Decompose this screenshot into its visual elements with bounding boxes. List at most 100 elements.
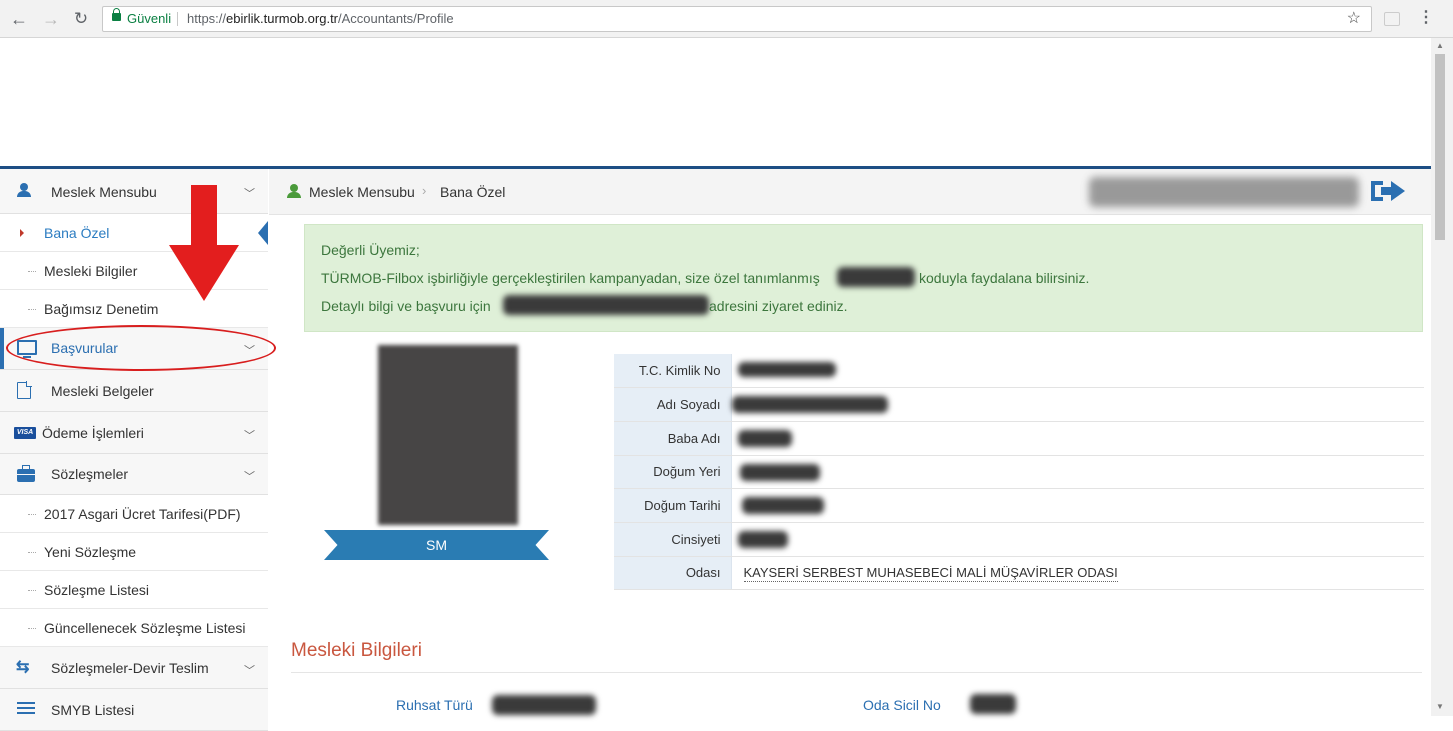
url-text: https://ebirlik.turmob.org.tr/Accountant… (187, 7, 454, 31)
extension-icon[interactable] (1384, 12, 1400, 26)
browser-toolbar: ← → ↻ Güvenli https://ebirlik.turmob.org… (0, 0, 1453, 38)
redacted-url (503, 295, 709, 315)
secure-label: Güvenli (127, 11, 172, 26)
sidebar-item-label: Sözleşme Listesi (44, 582, 150, 598)
tree-dash (28, 628, 36, 629)
lock-icon (112, 8, 121, 21)
address-bar[interactable]: Güvenli https://ebirlik.turmob.org.tr/Ac… (102, 6, 1372, 32)
redacted-sicil (970, 694, 1016, 714)
field-value (731, 387, 1424, 422)
tree-dash (28, 271, 36, 272)
sidebar-item-yeni-sozlesme[interactable]: Yeni Sözleşme (0, 533, 268, 571)
tree-dash (28, 309, 36, 310)
ruhsat-label: Ruhsat Türü (396, 697, 473, 713)
scroll-thumb[interactable] (1435, 54, 1445, 240)
sidebar-item-odeme-islemleri[interactable]: VISA Ödeme İşlemleri ﹀ (0, 412, 268, 454)
sidebar-item-label: 2017 Asgari Ücret Tarifesi(PDF) (44, 506, 241, 522)
forward-icon[interactable]: → (40, 9, 62, 29)
sidebar-item-sozlesmeler[interactable]: Sözleşmeler ﹀ (0, 454, 268, 495)
briefcase-icon (17, 465, 35, 482)
user-icon (17, 183, 31, 197)
chevron-down-icon: ﹀ (244, 188, 255, 200)
breadcrumb-separator-icon: › (422, 183, 427, 198)
sidebar-item-label: Sözleşmeler-Devir Teslim (51, 660, 209, 676)
sidebar-item-label: Yeni Sözleşme (44, 544, 137, 560)
redacted-value (741, 497, 824, 515)
table-row: Doğum Yeri (614, 455, 1424, 490)
table-row: Baba Adı (614, 421, 1424, 456)
title-ribbon: SM (324, 530, 549, 560)
sidebar-item-label: Ödeme İşlemleri (42, 425, 144, 441)
table-row: Cinsiyeti (614, 522, 1424, 557)
logout-icon[interactable] (1369, 178, 1407, 204)
field-value: KAYSERİ SERBEST MUHASEBECİ MALİ MÜŞAVİRL… (731, 556, 1424, 591)
alert-line-2a: TÜRMOB-Filbox işbirliğiyle gerçekleştiri… (321, 270, 820, 286)
content-header: Meslek Mensubu › Bana Özel (269, 169, 1431, 215)
chamber-value: KAYSERİ SERBEST MUHASEBECİ MALİ MÜŞAVİRL… (743, 565, 1118, 583)
back-icon[interactable]: ← (8, 9, 30, 29)
reload-icon[interactable]: ↻ (70, 9, 92, 29)
redacted-ruhsat (492, 695, 596, 715)
field-label: T.C. Kimlik No (614, 354, 732, 389)
field-value (731, 488, 1424, 523)
sidebar-item-guncellenecek-sozlesme[interactable]: Güncellenecek Sözleşme Listesi (0, 609, 268, 647)
sidebar-item-mesleki-belgeler[interactable]: Mesleki Belgeler (0, 370, 268, 412)
field-label: Doğum Tarihi (614, 488, 732, 523)
visa-icon: VISA (14, 427, 36, 439)
redacted-value (737, 362, 836, 377)
tree-dash (28, 552, 36, 553)
alert-line-3a: Detaylı bilgi ve başvuru için (321, 298, 491, 314)
active-caret-icon (20, 229, 24, 237)
field-label: Adı Soyadı (614, 387, 732, 422)
sidebar-item-label: Meslek Mensubu (51, 184, 157, 200)
tree-dash (28, 514, 36, 515)
profile-photo (378, 345, 518, 525)
table-row: Doğum Tarihi (614, 488, 1424, 523)
redacted-value (739, 463, 820, 481)
redacted-value (737, 530, 788, 548)
sidebar-item-devir-teslim[interactable]: ⇆ Sözleşmeler-Devir Teslim ﹀ (0, 647, 268, 689)
alert-line-3b: adresini ziyaret ediniz. (709, 298, 848, 314)
url-prefix: https:// (187, 11, 227, 26)
section-title: Mesleki Bilgileri (291, 640, 422, 661)
sidebar-item-smyb-listesi[interactable]: SMYB Listesi (0, 689, 268, 731)
field-value (731, 455, 1424, 490)
campaign-alert: Değerli Üyemiz; TÜRMOB-Filbox işbirliğiy… (304, 224, 1423, 332)
sidebar-item-label: Bağımsız Denetim (44, 301, 159, 317)
sidebar-item-label: Sözleşmeler (51, 466, 129, 482)
active-pointer-icon (258, 221, 268, 245)
chevron-down-icon: ﹀ (244, 471, 255, 483)
bookmark-star-icon[interactable]: ☆ (1347, 7, 1361, 31)
field-label: Cinsiyeti (614, 522, 732, 557)
scroll-down-icon[interactable]: ▼ (1436, 702, 1444, 711)
annotation-arrow-icon (169, 185, 239, 301)
sidebar-item-asgari-ucret[interactable]: 2017 Asgari Ücret Tarifesi(PDF) (0, 495, 268, 533)
table-row: Adı Soyadı (614, 387, 1424, 422)
table-row: Odası KAYSERİ SERBEST MUHASEBECİ MALİ MÜ… (614, 556, 1424, 591)
user-icon (287, 184, 301, 198)
sidebar-item-sozlesme-listesi[interactable]: Sözleşme Listesi (0, 571, 268, 609)
alert-line-2b: koduyla faydalana bilirsiniz. (919, 270, 1090, 286)
list-icon (17, 701, 35, 715)
table-row: T.C. Kimlik No (614, 354, 1424, 389)
chevron-down-icon: ﹀ (244, 665, 255, 677)
browser-menu-icon[interactable]: ⋮ (1418, 8, 1434, 28)
url-path: /Accountants/Profile (338, 11, 454, 26)
active-bar (0, 328, 4, 369)
url-host: ebirlik.turmob.org.tr (226, 11, 339, 26)
sidebar-item-label: Bana Özel (44, 225, 110, 241)
redacted-value (737, 429, 792, 447)
omnibox-divider (177, 12, 178, 26)
page-scrollbar[interactable]: ▲ ▼ (1431, 38, 1453, 716)
breadcrumb-root[interactable]: Meslek Mensubu (309, 184, 415, 200)
scroll-up-icon[interactable]: ▲ (1436, 41, 1444, 50)
sidebar-item-label: Mesleki Belgeler (51, 383, 154, 399)
field-label: Baba Adı (614, 421, 732, 456)
tree-dash (28, 590, 36, 591)
alert-greeting: Değerli Üyemiz; (321, 242, 420, 258)
redacted-value (731, 396, 888, 414)
redacted-user-info (1089, 177, 1359, 207)
field-value (731, 421, 1424, 456)
chevron-down-icon: ﹀ (244, 430, 255, 442)
sidebar-item-label: Mesleki Bilgiler (44, 263, 138, 279)
